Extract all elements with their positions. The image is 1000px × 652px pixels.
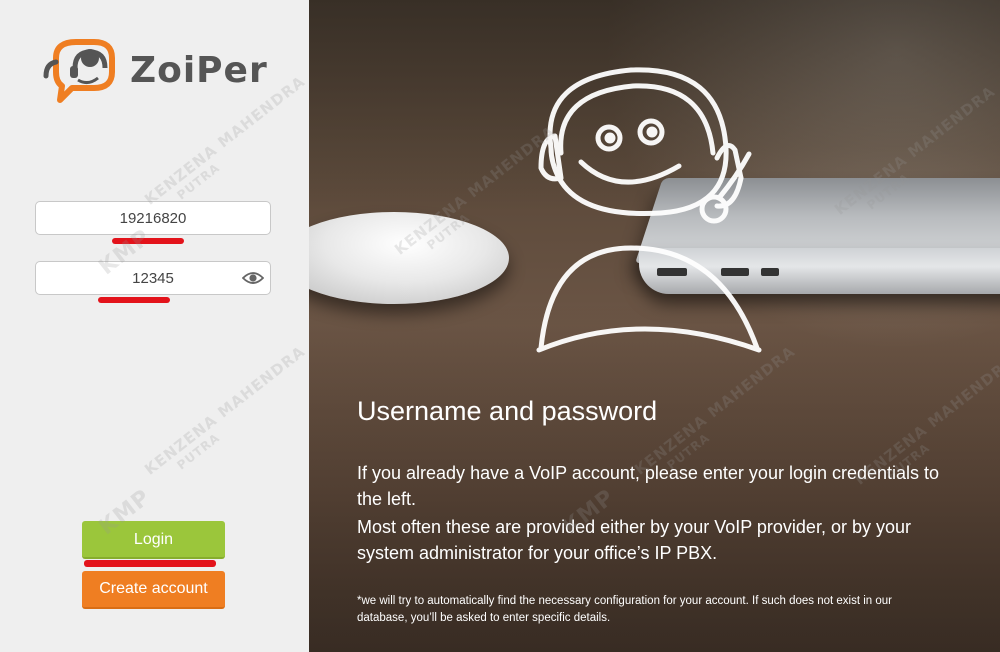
- redaction-mark: [112, 238, 184, 244]
- create-account-button[interactable]: Create account: [82, 571, 225, 609]
- login-button[interactable]: Login: [82, 521, 225, 559]
- app-logo-text: ZoiPer: [130, 50, 268, 91]
- smiling-operator-headset-illustration: [536, 67, 762, 353]
- password-field[interactable]: [35, 261, 271, 295]
- password-input[interactable]: [36, 262, 270, 294]
- info-panel: Username and password If you already hav…: [309, 0, 1000, 652]
- eye-icon[interactable]: [242, 270, 264, 286]
- info-footnote: *we will try to automatically find the n…: [357, 595, 893, 624]
- username-input[interactable]: [36, 202, 270, 234]
- login-sidebar: ZoiPer Login Create account: [0, 0, 309, 652]
- redaction-mark: [84, 560, 216, 567]
- info-paragraph: Most often these are provided either by …: [357, 517, 911, 563]
- app-logo: ZoiPer: [42, 36, 272, 106]
- username-field[interactable]: [35, 201, 271, 235]
- info-paragraph: If you already have a VoIP account, plea…: [357, 463, 940, 509]
- zoiper-headset-logo-icon: [43, 39, 115, 103]
- redaction-mark: [98, 297, 170, 303]
- background-mouse: [309, 212, 509, 304]
- info-heading: Username and password: [357, 396, 658, 426]
